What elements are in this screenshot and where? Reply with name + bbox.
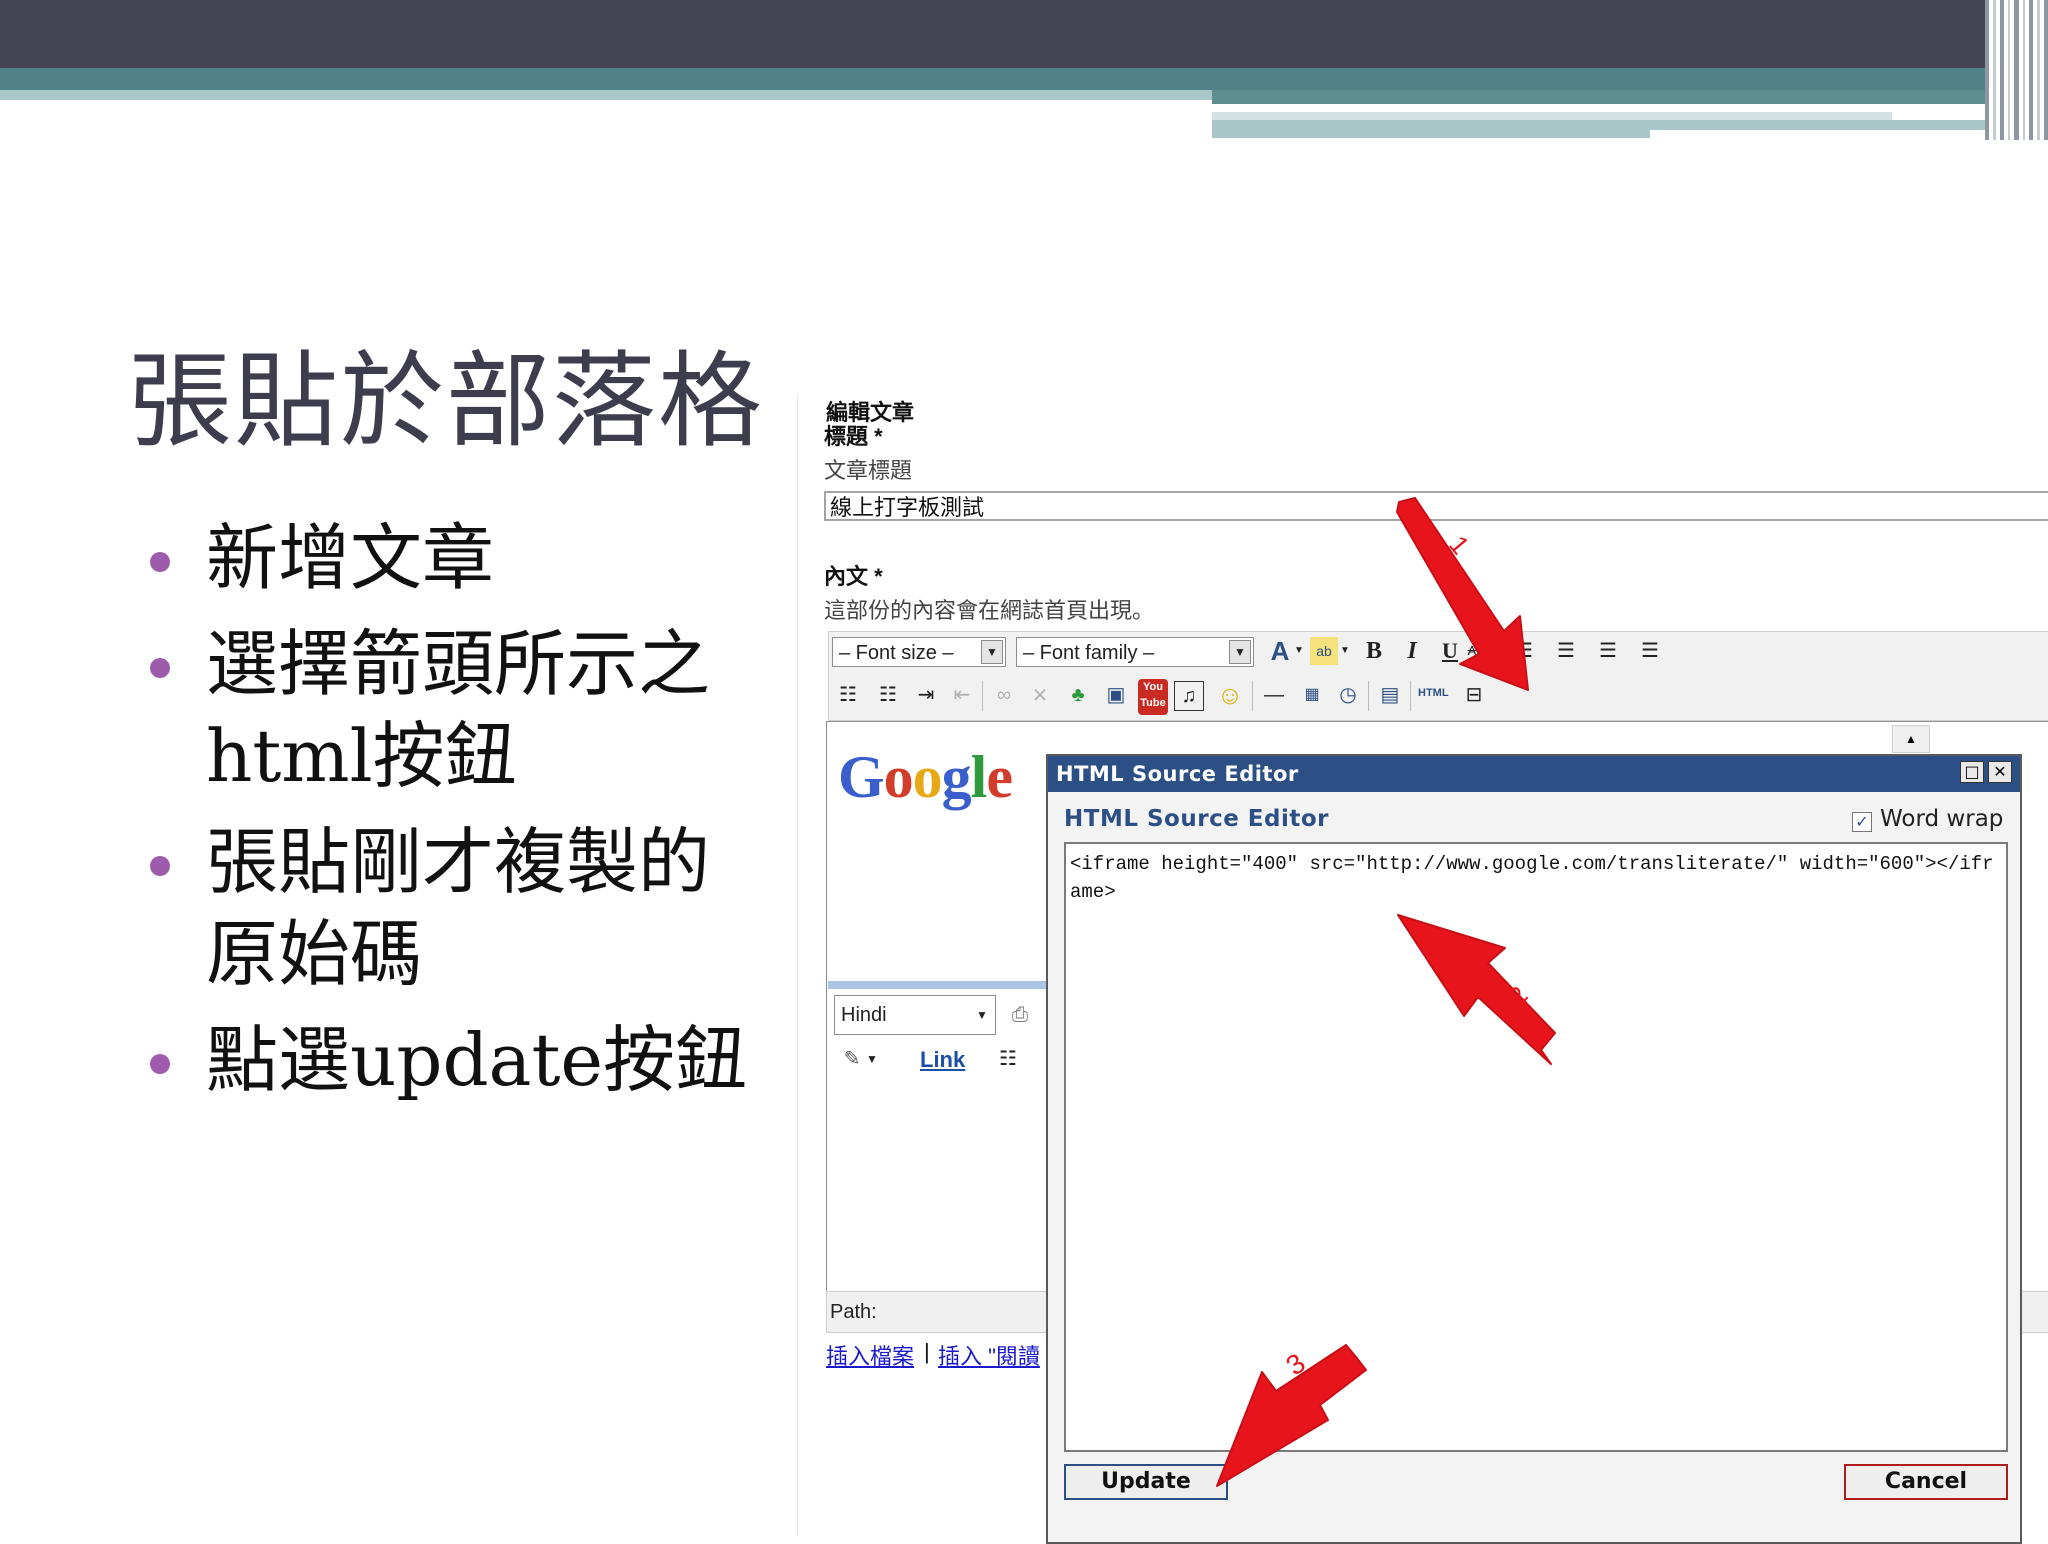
- annotation-arrow-2: [1397, 914, 1556, 1065]
- annotation-arrow-1: [1396, 497, 1529, 691]
- annotation-arrows: 1 2 3: [1216, 497, 1556, 1487]
